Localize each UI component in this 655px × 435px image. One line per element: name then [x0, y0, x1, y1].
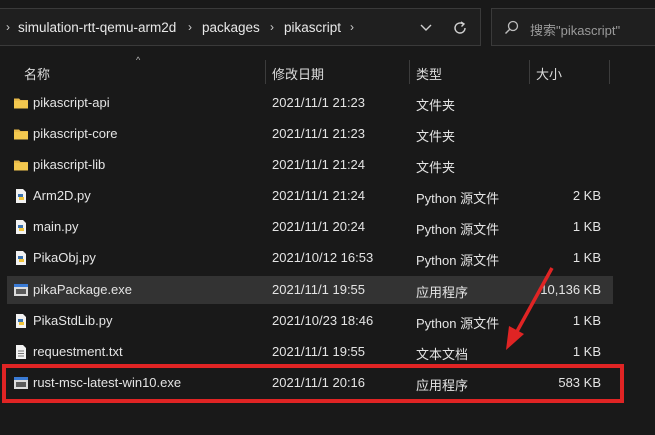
file-name: requestment.txt [33, 344, 123, 359]
text-file-icon [13, 344, 29, 360]
file-date: 2021/11/1 21:23 [272, 95, 366, 110]
file-size: 2 KB [572, 188, 601, 203]
search-input[interactable]: 搜索"pikascript" [491, 8, 655, 46]
column-divider[interactable] [265, 60, 266, 84]
file-name: PikaObj.py [33, 250, 96, 265]
file-type: 文件夹 [416, 160, 456, 175]
exe-file-icon [13, 282, 29, 298]
chevron-right-icon[interactable]: › [188, 20, 192, 34]
address-bar[interactable]: › simulation-rtt-qemu-arm2d › packages ›… [0, 8, 481, 46]
file-type: Python 源文件 [416, 253, 500, 268]
file-row[interactable]: pikaPackage.exe 2021/11/1 19:55 应用程序 10,136… [7, 276, 613, 304]
file-name: PikaStdLib.py [33, 313, 113, 328]
python-file-icon [13, 313, 29, 329]
file-size: 10,136 KB [540, 282, 601, 297]
file-size: 1 KB [572, 313, 601, 328]
file-type: Python 源文件 [416, 191, 500, 206]
folder-icon [13, 126, 29, 142]
chevron-right-icon[interactable]: › [350, 20, 354, 34]
file-date: 2021/11/1 20:24 [272, 219, 366, 234]
breadcrumb-item-pikascript[interactable]: pikascript [284, 20, 341, 35]
highlight-box [2, 364, 624, 403]
file-date: 2021/11/1 21:23 [272, 126, 366, 141]
file-name: pikaPackage.exe [33, 282, 133, 297]
chevron-right-icon[interactable]: › [270, 20, 274, 34]
file-date: 2021/11/1 19:55 [272, 344, 366, 359]
address-dropdown-button[interactable] [414, 17, 438, 39]
file-size: 1 KB [572, 250, 601, 265]
column-header-name[interactable]: 名称 [24, 64, 50, 83]
column-header-size[interactable]: 大小 [536, 64, 562, 83]
file-type: Python 源文件 [416, 222, 500, 237]
search-icon [505, 20, 519, 34]
file-date: 2021/11/1 21:24 [272, 188, 366, 203]
file-row[interactable]: PikaStdLib.py 2021/10/23 18:46 Python 源文件 1… [7, 307, 613, 335]
file-date: 2021/11/1 19:55 [272, 282, 366, 297]
breadcrumb-item-simulation[interactable]: simulation-rtt-qemu-arm2d [18, 20, 176, 35]
file-row[interactable]: Arm2D.py 2021/11/1 21:24 Python 源文件 2 KB [7, 182, 613, 210]
column-divider[interactable] [409, 60, 410, 84]
file-row[interactable]: pikascript-lib 2021/11/1 21:24 文件夹 [7, 151, 613, 179]
column-header: 名称 修改日期 类型 大小 [0, 60, 655, 84]
file-row[interactable]: pikascript-core 2021/11/1 21:23 文件夹 [7, 120, 613, 148]
file-name: main.py [33, 219, 79, 234]
file-date: 2021/10/12 16:53 [272, 250, 374, 265]
folder-icon [13, 157, 29, 173]
folder-icon [13, 95, 29, 111]
breadcrumb-item-packages[interactable]: packages [202, 20, 260, 35]
python-file-icon [13, 219, 29, 235]
file-row[interactable]: main.py 2021/11/1 20:24 Python 源文件 1 KB [7, 213, 613, 241]
file-row[interactable]: requestment.txt 2021/11/1 19:55 文本文档 1 KB [7, 338, 613, 366]
file-type: 文本文档 [416, 347, 469, 362]
file-size: 1 KB [572, 344, 601, 359]
file-name: Arm2D.py [33, 188, 91, 203]
column-header-type[interactable]: 类型 [416, 64, 442, 83]
file-size: 1 KB [572, 219, 601, 234]
file-row[interactable]: PikaObj.py 2021/10/12 16:53 Python 源文件 1 KB [7, 244, 613, 272]
chevron-down-icon [420, 24, 432, 31]
file-type: Python 源文件 [416, 316, 500, 331]
refresh-button[interactable] [448, 17, 472, 39]
file-date: 2021/11/1 21:24 [272, 157, 366, 172]
search-placeholder: 搜索"pikascript" [530, 23, 621, 38]
file-date: 2021/10/23 18:46 [272, 313, 374, 328]
python-file-icon [13, 250, 29, 266]
column-divider[interactable] [529, 60, 530, 84]
file-type: 应用程序 [416, 285, 469, 300]
file-name: pikascript-core [33, 126, 118, 141]
python-file-icon [13, 188, 29, 204]
file-type: 文件夹 [416, 98, 456, 113]
column-header-date[interactable]: 修改日期 [272, 64, 324, 83]
file-name: pikascript-lib [33, 157, 106, 172]
file-row[interactable]: pikascript-api 2021/11/1 21:23 文件夹 [7, 89, 613, 117]
file-type: 文件夹 [416, 129, 456, 144]
refresh-icon [454, 21, 466, 34]
column-divider[interactable] [609, 60, 610, 84]
file-name: pikascript-api [33, 95, 110, 110]
chevron-right-icon[interactable]: › [6, 20, 10, 34]
